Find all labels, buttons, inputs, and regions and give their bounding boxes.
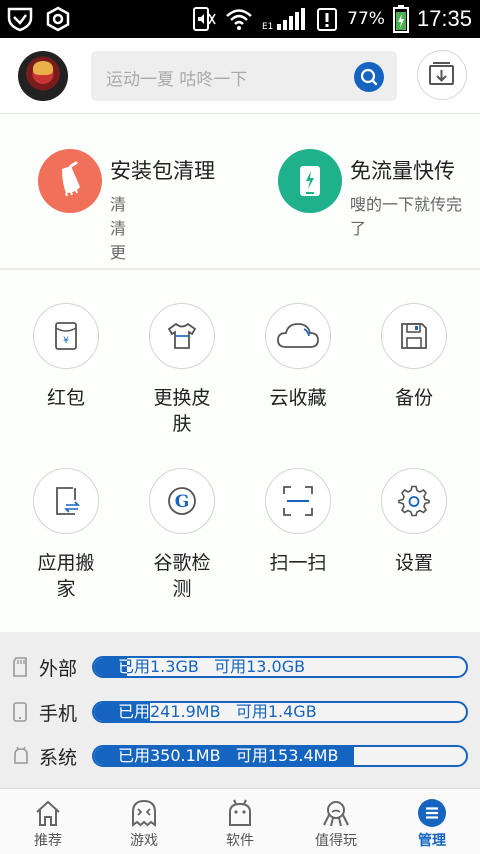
tool-label: 红包 [46, 387, 85, 409]
feature-transfer-circle [278, 149, 342, 213]
tool-circle [33, 468, 99, 534]
download-icon [429, 62, 454, 85]
wifi-icon [226, 9, 252, 30]
ghost-icon [132, 799, 156, 827]
storage-usage-overlay: 已用350.1MB 可用153.4MB [118, 747, 339, 765]
android-nav-icon [229, 799, 251, 826]
storage-row-system: 系统 已用350.1MB 可用153.4MB 已用350.1MB 可用153.4… [0, 741, 480, 771]
nav-software[interactable]: 软件 [192, 789, 288, 854]
feature-title: 安装包清理 [110, 159, 215, 183]
svg-text:G: G [175, 492, 190, 512]
tool-label: 云收藏 [269, 387, 327, 409]
gear-icon [398, 485, 430, 517]
tool-circle [265, 468, 331, 534]
storage-usage-overlay: 已用241.9MB 可用1.4GB [118, 703, 150, 721]
nav-label: 软件 [226, 833, 254, 849]
google-icon: G [168, 487, 196, 515]
search-placeholder[interactable]: 运动一夏 咕咚一下 [106, 65, 247, 90]
avatar[interactable] [18, 51, 68, 101]
android-icon [14, 746, 28, 764]
nav-recommend[interactable]: 推荐 [0, 789, 96, 854]
storage-bar: 已用241.9MB 可用1.4GB 已用241.9MB 可用1.4GB [92, 701, 468, 723]
red-packet-icon: ¥ [55, 322, 77, 350]
tshirt-icon [167, 322, 197, 349]
tool-label: 谷歌检测 [153, 552, 211, 600]
tool-label: 设置 [394, 552, 433, 574]
network-type: E1 [262, 22, 273, 31]
phone-flash-icon [300, 166, 320, 196]
storage-name: 外部 [39, 658, 78, 680]
broom-icon [62, 161, 80, 197]
battery-icon [392, 5, 409, 33]
storage-usage-clip: 已用350.1MB 可用153.4MB [94, 747, 354, 765]
download-manager-button[interactable] [417, 50, 467, 100]
search-icon [360, 68, 378, 86]
bottom-navigation: 推荐 游戏 软件 值得玩 管理 [0, 788, 480, 854]
tool-label: 备份 [394, 387, 433, 409]
tool-label: 更换皮肤 [153, 387, 211, 435]
shield-icon [7, 7, 33, 32]
storage-row-external: 外部 已用1.3GB 可用13.0GB 已用1.3GB 可用13.0GB [0, 652, 480, 682]
scan-icon [283, 486, 313, 516]
tool-label: 应用搬家 [37, 552, 95, 600]
nav-label: 管理 [418, 833, 446, 849]
tool-circle [265, 303, 331, 369]
app-move-icon [56, 487, 80, 515]
sd-card-icon [13, 657, 27, 677]
cloud-icon [277, 323, 319, 348]
feature-subtitle: 嗖的一下就传完了 [350, 195, 463, 238]
nav-worth-playing[interactable]: 值得玩 [288, 789, 384, 854]
tool-circle [381, 303, 447, 369]
tool-circle [149, 303, 215, 369]
storage-usage: 已用1.3GB 可用13.0GB [118, 657, 306, 676]
storage-name: 手机 [39, 703, 78, 725]
home-icon [36, 800, 60, 826]
nav-label: 值得玩 [315, 833, 357, 849]
feature-section: 安装包清理 清清更健康 免流量快传 嗖的一下就传完了 [0, 114, 480, 310]
tool-label: 扫一扫 [269, 552, 327, 574]
svg-text:¥: ¥ [63, 336, 69, 346]
hexagon-icon [46, 6, 70, 32]
battery-percent: 77% [347, 9, 385, 29]
phone-icon [13, 702, 27, 722]
storage-usage-clip: 已用1.3GB 可用13.0GB [94, 658, 127, 676]
status-bar: E1 77% 17:35 [0, 0, 480, 38]
storage-usage-clip: 已用241.9MB 可用1.4GB [94, 703, 150, 721]
clock: 17:35 [416, 6, 472, 31]
tool-circle: ¥ [33, 303, 99, 369]
search-button[interactable] [354, 62, 384, 92]
signal-icon: E1 [262, 8, 306, 31]
feature-clean-circle [38, 149, 102, 213]
storage-name: 系统 [39, 747, 78, 769]
nav-label: 游戏 [130, 833, 158, 849]
mascot-icon [323, 801, 349, 827]
menu-icon [418, 799, 446, 827]
feature-title: 免流量快传 [350, 159, 455, 183]
mute-icon [193, 7, 216, 31]
tools-grid: ¥ 红包 更换皮肤 云收藏 备份 应用搬家 G 谷歌检测 扫一扫 设置 [0, 270, 480, 632]
floppy-disk-icon [401, 323, 427, 349]
nav-manage[interactable]: 管理 [384, 789, 480, 854]
nav-label: 推荐 [34, 833, 62, 849]
storage-bar: 已用1.3GB 可用13.0GB 已用1.3GB 可用13.0GB [92, 656, 468, 678]
storage-bar: 已用350.1MB 可用153.4MB 已用350.1MB 可用153.4MB [92, 745, 468, 767]
storage-section: 外部 已用1.3GB 可用13.0GB 已用1.3GB 可用13.0GB 手机 … [0, 632, 480, 788]
nav-games[interactable]: 游戏 [96, 789, 192, 854]
tool-circle [381, 468, 447, 534]
tool-circle: G [149, 468, 215, 534]
notification-icon [317, 8, 338, 31]
search-box[interactable]: 运动一夏 咕咚一下 [91, 51, 397, 101]
storage-usage-overlay: 已用1.3GB 可用13.0GB [118, 658, 127, 676]
storage-row-phone: 手机 已用241.9MB 可用1.4GB 已用241.9MB 可用1.4GB [0, 697, 480, 727]
header: 运动一夏 咕咚一下 [0, 38, 480, 114]
